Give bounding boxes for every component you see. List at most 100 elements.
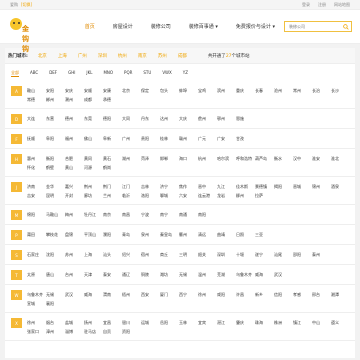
city-link[interactable]: 汕头	[103, 250, 122, 260]
city-link[interactable]: 厦门	[160, 290, 179, 299]
city-link[interactable]: 烟台	[46, 318, 65, 327]
logo[interactable]: 金钩钩	[8, 16, 29, 53]
city-link[interactable]: 渭南	[103, 290, 122, 299]
city-link[interactable]: 新乡	[255, 290, 274, 299]
login-link[interactable]: 登录	[302, 2, 310, 8]
nav-home[interactable]: 首页	[76, 23, 104, 30]
city-link[interactable]: 南阳	[198, 210, 217, 220]
city-link[interactable]: 泰安	[103, 270, 122, 280]
letter-tab[interactable]: 全部	[11, 70, 19, 77]
city-link[interactable]: 淮北	[331, 154, 350, 163]
city-link[interactable]: 西宁	[179, 290, 198, 299]
city-link[interactable]: 太原	[27, 270, 46, 280]
city-link[interactable]: 温州	[198, 270, 217, 280]
letter-tab[interactable]: GHI	[68, 70, 75, 77]
city-link[interactable]: 怀化	[27, 163, 46, 172]
city-link[interactable]: 邢台	[312, 290, 331, 299]
city-link[interactable]: 汉中	[293, 154, 312, 163]
nav-decoration-guide[interactable]: 装修百事通 ▾	[180, 23, 227, 30]
city-link[interactable]: 十堰	[236, 250, 255, 260]
city-link[interactable]: 湘潭	[331, 290, 350, 299]
city-link[interactable]: 南昌	[122, 210, 141, 220]
city-link[interactable]: 呼和浩特	[236, 154, 255, 163]
city-link[interactable]: 沧州	[274, 86, 293, 95]
city-link[interactable]: 韶关	[198, 250, 217, 260]
city-link[interactable]: 桂林	[160, 134, 179, 144]
city-link[interactable]: 鹤岗	[103, 163, 122, 172]
city-link[interactable]: 衡水	[274, 154, 293, 163]
city-link[interactable]: 金华	[46, 182, 65, 191]
city-link[interactable]: 佳木斯	[236, 182, 255, 191]
hot-city[interactable]: 成都	[178, 53, 187, 59]
city-link[interactable]: 柳州	[236, 191, 255, 200]
city-link[interactable]: 惠州	[27, 154, 46, 163]
city-link[interactable]: 郴州	[46, 95, 65, 104]
city-link[interactable]: 株洲	[274, 318, 293, 327]
city-link[interactable]: 天津	[84, 270, 103, 280]
city-link[interactable]: 哈尔滨	[217, 154, 236, 163]
city-link[interactable]: 德阳	[103, 114, 122, 124]
city-link[interactable]: 德州	[65, 114, 84, 124]
city-link[interactable]: 赣州	[179, 134, 198, 144]
hot-city[interactable]: 北京	[38, 53, 47, 59]
city-link[interactable]: 黄冈	[84, 154, 103, 163]
city-link[interactable]: 秦皇岛	[160, 230, 179, 240]
city-link[interactable]: 合肥	[65, 154, 84, 163]
letter-tab[interactable]: DEF	[49, 70, 57, 77]
hot-city[interactable]: 广州	[78, 53, 87, 59]
city-link[interactable]: 武汉	[65, 290, 84, 299]
hot-city[interactable]: 深圳	[98, 53, 107, 59]
city-link[interactable]: 攀枝花	[46, 230, 65, 240]
city-link[interactable]: 大连	[27, 114, 46, 124]
city-link[interactable]: 杭州	[198, 154, 217, 163]
city-link[interactable]: 平顶山	[84, 230, 103, 240]
city-link[interactable]: 济宁	[160, 182, 179, 191]
city-link[interactable]: 安阳	[46, 86, 65, 95]
city-link[interactable]: 宜宾	[198, 318, 217, 327]
city-link[interactable]: 六安	[179, 191, 198, 200]
city-link[interactable]: 广安	[217, 134, 236, 144]
city-link[interactable]: 无锡	[179, 270, 198, 280]
city-link[interactable]: 葫芦岛	[255, 154, 274, 163]
city-link[interactable]: 北京	[122, 86, 141, 95]
city-link[interactable]: 重庆	[236, 86, 255, 95]
city-link[interactable]: 兰州	[103, 191, 122, 200]
city-link[interactable]: 吉安	[27, 191, 46, 200]
city-link[interactable]: 珠海	[255, 318, 274, 327]
city-link[interactable]: 鹤壁	[46, 163, 65, 172]
city-link[interactable]: 达州	[160, 114, 179, 124]
city-link[interactable]: 自贡	[103, 327, 122, 336]
city-link[interactable]: 绵阳	[27, 210, 46, 220]
city-link[interactable]: 衡阳	[46, 154, 65, 163]
city-link[interactable]: 遂宁	[255, 250, 274, 260]
city-link[interactable]: 深圳	[217, 250, 236, 260]
letter-tab[interactable]: PQR	[124, 70, 132, 77]
city-link[interactable]: 遵义	[331, 318, 350, 327]
city-link[interactable]: 抚顺	[27, 134, 46, 144]
city-link[interactable]: 儋州	[198, 114, 217, 124]
city-link[interactable]: 大同	[122, 114, 141, 124]
search-icon[interactable]	[341, 22, 351, 31]
city-link[interactable]: 丹东	[141, 114, 160, 124]
city-link[interactable]: 龙岩	[217, 191, 236, 200]
city-link[interactable]: 揭阳	[274, 182, 293, 191]
city-link[interactable]: 荆门	[103, 182, 122, 191]
city-link[interactable]: 襄阳	[46, 299, 65, 308]
city-link[interactable]: 运城	[141, 318, 160, 327]
city-link[interactable]: 吉林	[141, 182, 160, 191]
city-link[interactable]: 盘锦	[65, 230, 84, 240]
city-link[interactable]: 承德	[103, 95, 122, 104]
city-link[interactable]: 南京	[103, 210, 122, 220]
city-link[interactable]: 济南	[27, 182, 46, 191]
city-link[interactable]: 银川	[122, 318, 141, 327]
switch-city-link[interactable]: [切换]	[21, 2, 32, 8]
nav-free-quote[interactable]: 免费报价与设计 ▾	[227, 23, 284, 30]
city-link[interactable]: 长治	[312, 86, 331, 95]
city-link[interactable]: 南宁	[160, 210, 179, 220]
hot-city[interactable]: 南京	[138, 53, 147, 59]
sitemap-link[interactable]: 网站地图	[334, 2, 350, 8]
city-link[interactable]: 盐城	[65, 318, 84, 327]
city-link[interactable]: 阜新	[103, 134, 122, 144]
city-link[interactable]: 晋中	[198, 182, 217, 191]
hot-city[interactable]: 杭州	[118, 53, 127, 59]
